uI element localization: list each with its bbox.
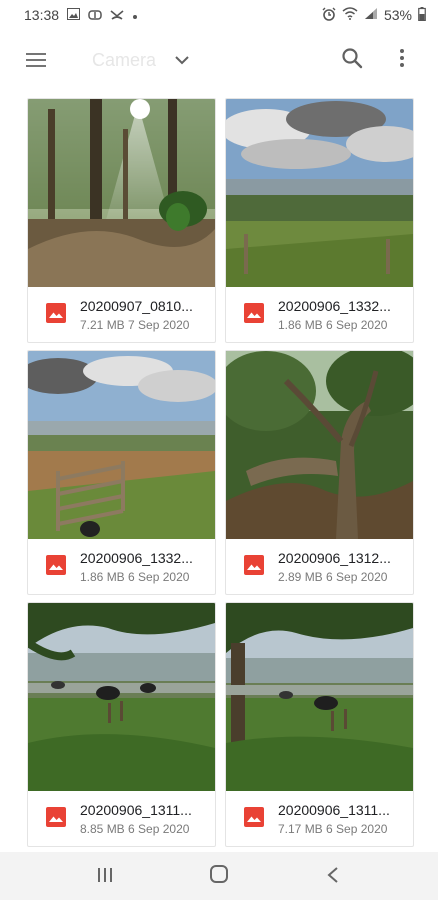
folder-title[interactable]: Camera [92, 50, 156, 71]
file-meta: 20200906_1312... 2.89 MB 6 Sep 2020 [226, 539, 413, 594]
file-card[interactable]: 20200906_1311... 7.17 MB 6 Sep 2020 [225, 602, 414, 847]
file-card[interactable]: 20200906_1311... 8.85 MB 6 Sep 2020 [27, 602, 216, 847]
file-meta: 20200906_1332... 1.86 MB 6 Sep 2020 [226, 287, 413, 342]
signal-icon [364, 7, 378, 23]
missed-call-icon [110, 8, 124, 23]
file-meta: 20200906_1311... 8.85 MB 6 Sep 2020 [28, 791, 215, 846]
search-icon[interactable] [340, 46, 364, 70]
image-file-icon [46, 555, 66, 575]
recents-icon[interactable] [96, 866, 114, 884]
status-time: 13:38 [24, 7, 60, 23]
file-card[interactable]: 20200907_0810... 7.21 MB 7 Sep 2020 [27, 98, 216, 343]
chevron-down-icon[interactable] [172, 50, 192, 70]
image-file-icon [46, 303, 66, 323]
status-bar: 13:38 53% [0, 0, 438, 30]
link-icon [88, 8, 102, 23]
file-name: 20200907_0810... [80, 298, 193, 314]
file-meta: 20200906_1332... 1.86 MB 6 Sep 2020 [28, 539, 215, 594]
system-nav-bar [0, 852, 438, 900]
dot-icon [132, 8, 138, 23]
battery-percent: 53% [383, 7, 412, 23]
file-detail: 1.86 MB 6 Sep 2020 [80, 570, 190, 584]
image-file-icon [244, 555, 264, 575]
more-vert-icon[interactable] [390, 46, 414, 70]
file-name: 20200906_1311... [278, 802, 390, 818]
file-detail: 7.17 MB 6 Sep 2020 [278, 822, 388, 836]
battery-icon [418, 6, 426, 24]
status-right: 53% [322, 6, 438, 24]
file-detail: 8.85 MB 6 Sep 2020 [80, 822, 190, 836]
file-name: 20200906_1332... [80, 550, 193, 566]
file-detail: 7.21 MB 7 Sep 2020 [80, 318, 190, 332]
alarm-icon [322, 7, 336, 24]
file-card[interactable]: 20200906_1332... 1.86 MB 6 Sep 2020 [27, 350, 216, 595]
wifi-icon [342, 7, 358, 23]
file-name: 20200906_1312... [278, 550, 391, 566]
back-icon[interactable] [326, 866, 340, 884]
photo-thumbnail [226, 351, 413, 539]
photo-thumbnail [28, 603, 215, 791]
file-detail: 1.86 MB 6 Sep 2020 [278, 318, 388, 332]
hamburger-menu-icon[interactable] [26, 48, 50, 72]
photo-thumbnail [28, 99, 215, 287]
home-icon[interactable] [210, 865, 228, 883]
gallery-icon [67, 7, 81, 23]
photo-thumbnail [226, 603, 413, 791]
photo-thumbnail [28, 351, 215, 539]
file-name: 20200906_1311... [80, 802, 192, 818]
file-card[interactable]: 20200906_1312... 2.89 MB 6 Sep 2020 [225, 350, 414, 595]
file-meta: 20200906_1311... 7.17 MB 6 Sep 2020 [226, 791, 413, 846]
file-name: 20200906_1332... [278, 298, 391, 314]
file-meta: 20200907_0810... 7.21 MB 7 Sep 2020 [28, 287, 215, 342]
image-file-icon [46, 807, 66, 827]
status-left: 13:38 [0, 7, 138, 23]
top-app-bar: Camera [0, 30, 438, 90]
image-file-icon [244, 807, 264, 827]
photo-thumbnail [226, 99, 413, 287]
file-card[interactable]: 20200906_1332... 1.86 MB 6 Sep 2020 [225, 98, 414, 343]
image-file-icon [244, 303, 264, 323]
file-detail: 2.89 MB 6 Sep 2020 [278, 570, 388, 584]
